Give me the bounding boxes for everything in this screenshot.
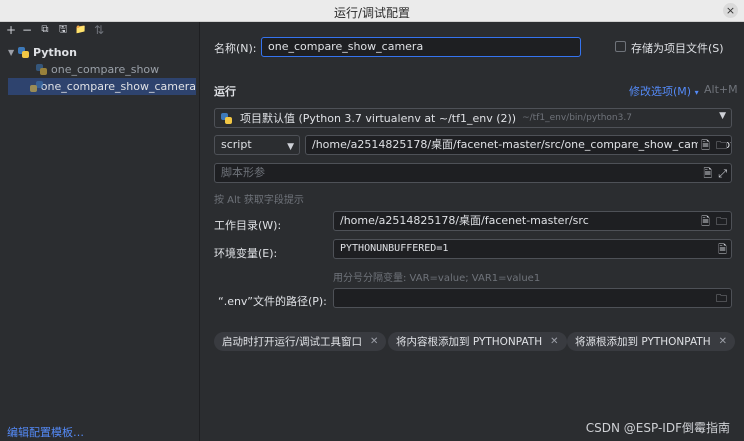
folder-icon[interactable]: 🗀 — [716, 137, 727, 154]
modify-options-link[interactable]: 修改选项(M) ▾ — [629, 83, 699, 99]
python-icon — [29, 81, 43, 92]
interpreter-path: ~/tf1_env/bin/python3.7 — [522, 113, 632, 123]
folder-icon[interactable]: 📁 — [74, 23, 88, 37]
file-icon[interactable]: 🗎 — [703, 165, 712, 182]
configurations-sidebar: + − ⧉ 🖫 📁 ⇅ ▼ Python one_compare_show on… — [0, 22, 200, 441]
add-icon[interactable]: + — [4, 23, 18, 37]
name-field[interactable]: one_compare_show_camera — [261, 37, 581, 57]
watermark: CSDN @ESP-IDF倒霉指南 — [585, 421, 730, 435]
chevron-down-icon: ▼ — [719, 111, 726, 121]
tree-item-one-compare-show[interactable]: one_compare_show — [8, 61, 196, 78]
window-title: 运行/调试配置 — [333, 6, 411, 20]
script-params-placeholder: 脚本形参 — [221, 166, 265, 179]
workdir-label: 工作目录(W): — [214, 219, 282, 232]
dotenv-field[interactable]: 🗀 — [333, 288, 732, 308]
env-value: PYTHONUNBUFFERED=1 — [340, 243, 449, 254]
save-icon[interactable]: 🖫 — [56, 23, 70, 37]
workdir-value: /home/a2514825178/桌面/facenet-master/src — [340, 214, 589, 227]
close-icon[interactable]: ✕ — [719, 336, 727, 347]
chip-label: 启动时打开运行/调试工具窗口 — [222, 336, 363, 348]
run-section-title: 运行 — [214, 85, 236, 98]
tree-item-label: one_compare_show — [51, 63, 160, 76]
python-icon — [221, 112, 232, 124]
chip-open-tool-window[interactable]: 启动时打开运行/调试工具窗口 ✕ — [214, 332, 387, 351]
store-as-file-checkbox[interactable] — [615, 41, 626, 52]
close-icon[interactable]: ✕ — [550, 336, 558, 347]
remove-icon[interactable]: − — [20, 23, 34, 37]
chevron-down-icon: ▼ — [287, 142, 294, 152]
tree-item-one-compare-show-camera[interactable]: one_compare_show_camera — [8, 78, 196, 95]
env-field[interactable]: PYTHONUNBUFFERED=1 🗎 — [333, 239, 732, 259]
alt-hint: 按 Alt 获取字段提示 — [214, 195, 304, 206]
env-label: 环境变量(E): — [214, 247, 278, 260]
chip-add-source-roots[interactable]: 将源根添加到 PYTHONPATH ✕ — [567, 332, 736, 351]
name-label: 名称(N): — [214, 42, 257, 55]
folder-icon[interactable]: 🗀 — [716, 213, 727, 230]
interpreter-name: 项目默认值 (Python 3.7 virtualenv at ~/tf1_en… — [240, 112, 517, 125]
chip-add-content-roots[interactable]: 将内容根添加到 PYTHONPATH ✕ — [388, 332, 567, 351]
tree-root-python[interactable]: ▼ Python — [8, 44, 198, 60]
script-type-value: script — [221, 138, 252, 151]
interpreter-dropdown[interactable]: 项目默认值 (Python 3.7 virtualenv at ~/tf1_en… — [214, 108, 732, 128]
dotenv-label: “.env”文件的路径(P): — [218, 295, 327, 308]
python-icon — [18, 46, 29, 58]
file-icon[interactable]: 🗎 — [701, 213, 710, 230]
sort-icon[interactable]: ⇅ — [92, 23, 106, 37]
close-icon[interactable]: × — [723, 3, 738, 18]
sidebar-toolbar: + − ⧉ 🖫 📁 ⇅ — [0, 22, 200, 40]
modify-options-shortcut: Alt+M — [704, 83, 738, 96]
modify-options-label: 修改选项(M) — [629, 85, 692, 98]
file-icon[interactable]: 🗎 — [718, 241, 727, 258]
env-hint: 用分号分隔变量: VAR=value; VAR1=value1 — [333, 273, 541, 284]
tree-root-label: Python — [33, 45, 77, 59]
chevron-down-icon: ▾ — [694, 88, 699, 97]
script-params-field[interactable]: 脚本形参 🗎 ⤢ — [214, 163, 732, 183]
store-as-file-label: 存储为项目文件(S) — [631, 42, 724, 55]
chevron-down-icon[interactable]: ▼ — [8, 48, 18, 57]
workdir-field[interactable]: /home/a2514825178/桌面/facenet-master/src … — [333, 211, 732, 231]
tree-item-label: one_compare_show_camera — [40, 80, 196, 93]
script-path-field[interactable]: /home/a2514825178/桌面/facenet-master/src/… — [305, 135, 732, 155]
close-icon[interactable]: ✕ — [370, 336, 378, 347]
script-path-value: /home/a2514825178/桌面/facenet-master/src/… — [312, 138, 732, 151]
copy-icon[interactable]: ⧉ — [38, 23, 52, 37]
chip-label: 将源根添加到 PYTHONPATH — [575, 336, 711, 348]
file-icon[interactable]: 🗎 — [701, 137, 710, 154]
edit-templates-link[interactable]: 编辑配置模板… — [7, 424, 84, 440]
configuration-panel: 名称(N): one_compare_show_camera 存储为项目文件(S… — [201, 22, 744, 441]
script-type-dropdown[interactable]: script ▼ — [214, 135, 300, 155]
python-icon — [36, 64, 47, 75]
chip-label: 将内容根添加到 PYTHONPATH — [396, 336, 543, 348]
expand-icon[interactable]: ⤢ — [718, 165, 727, 182]
folder-icon[interactable]: 🗀 — [716, 290, 727, 307]
title-bar: 运行/调试配置 × — [0, 0, 744, 22]
